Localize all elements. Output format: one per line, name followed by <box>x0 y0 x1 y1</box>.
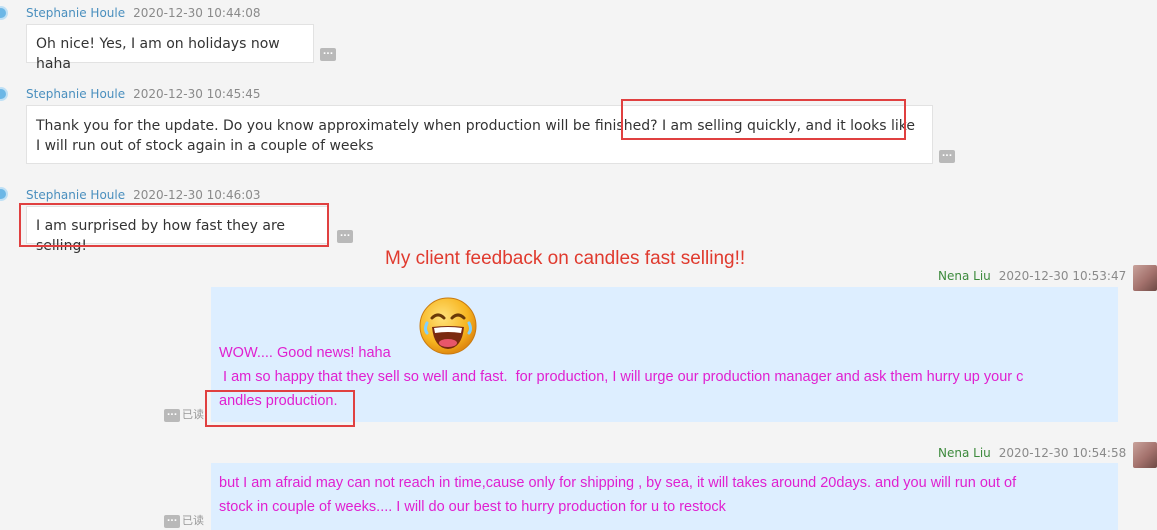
highlight-box <box>19 203 329 247</box>
more-options-button[interactable]: ... <box>164 514 180 528</box>
more-options-button[interactable]: ... <box>320 48 336 61</box>
message-text-line: WOW.... Good news! haha <box>219 345 391 361</box>
message-bubble: but I am afraid may can not reach in tim… <box>211 463 1118 530</box>
laughing-face-icon <box>419 297 477 355</box>
timestamp: 2020-12-30 10:45:45 <box>133 87 261 101</box>
timestamp: 2020-12-30 10:53:47 <box>998 269 1127 283</box>
annotation-headline: My client feedback on candles fast selli… <box>385 248 746 269</box>
sender-name[interactable]: Stephanie Houle <box>26 188 125 202</box>
user-avatar[interactable] <box>1133 265 1157 291</box>
more-options-button[interactable]: ... <box>939 150 955 163</box>
read-status: ... 已读 <box>164 512 204 528</box>
message-text-line: but I am afraid may can not reach in tim… <box>219 475 1017 491</box>
message-text-line: stock in couple of weeks.... I will do o… <box>219 499 726 515</box>
more-options-button[interactable]: ... <box>337 230 353 243</box>
contact-avatar[interactable] <box>0 87 8 101</box>
contact-avatar[interactable] <box>0 187 8 201</box>
sender-name[interactable]: Nena Liu <box>938 446 991 460</box>
highlight-box <box>621 99 906 140</box>
message-meta: Nena Liu 2020-12-30 10:53:47 <box>938 269 1126 283</box>
sender-name[interactable]: Stephanie Houle <box>26 87 125 101</box>
sender-name[interactable]: Stephanie Houle <box>26 6 125 20</box>
message-meta: Stephanie Houle 2020-12-30 10:44:08 <box>26 6 261 20</box>
read-status: ... 已读 <box>164 406 204 422</box>
contact-avatar[interactable] <box>0 6 8 20</box>
read-label: 已读 <box>182 408 204 421</box>
sender-name[interactable]: Nena Liu <box>938 269 991 283</box>
message-text-line: I am so happy that they sell so well and… <box>219 369 1024 385</box>
timestamp: 2020-12-30 10:44:08 <box>133 6 261 20</box>
message-meta: Stephanie Houle 2020-12-30 10:46:03 <box>26 188 261 202</box>
more-options-button[interactable]: ... <box>164 408 180 422</box>
highlight-box <box>205 390 355 427</box>
message-text: Oh nice! Yes, I am on holidays now haha <box>36 36 280 72</box>
user-avatar[interactable] <box>1133 442 1157 468</box>
message-bubble: Oh nice! Yes, I am on holidays now haha <box>26 24 314 72</box>
message-meta: Stephanie Houle 2020-12-30 10:45:45 <box>26 87 261 101</box>
timestamp: 2020-12-30 10:46:03 <box>133 188 261 202</box>
message-meta: Nena Liu 2020-12-30 10:54:58 <box>938 446 1126 460</box>
timestamp: 2020-12-30 10:54:58 <box>998 446 1127 460</box>
read-label: 已读 <box>182 514 204 527</box>
